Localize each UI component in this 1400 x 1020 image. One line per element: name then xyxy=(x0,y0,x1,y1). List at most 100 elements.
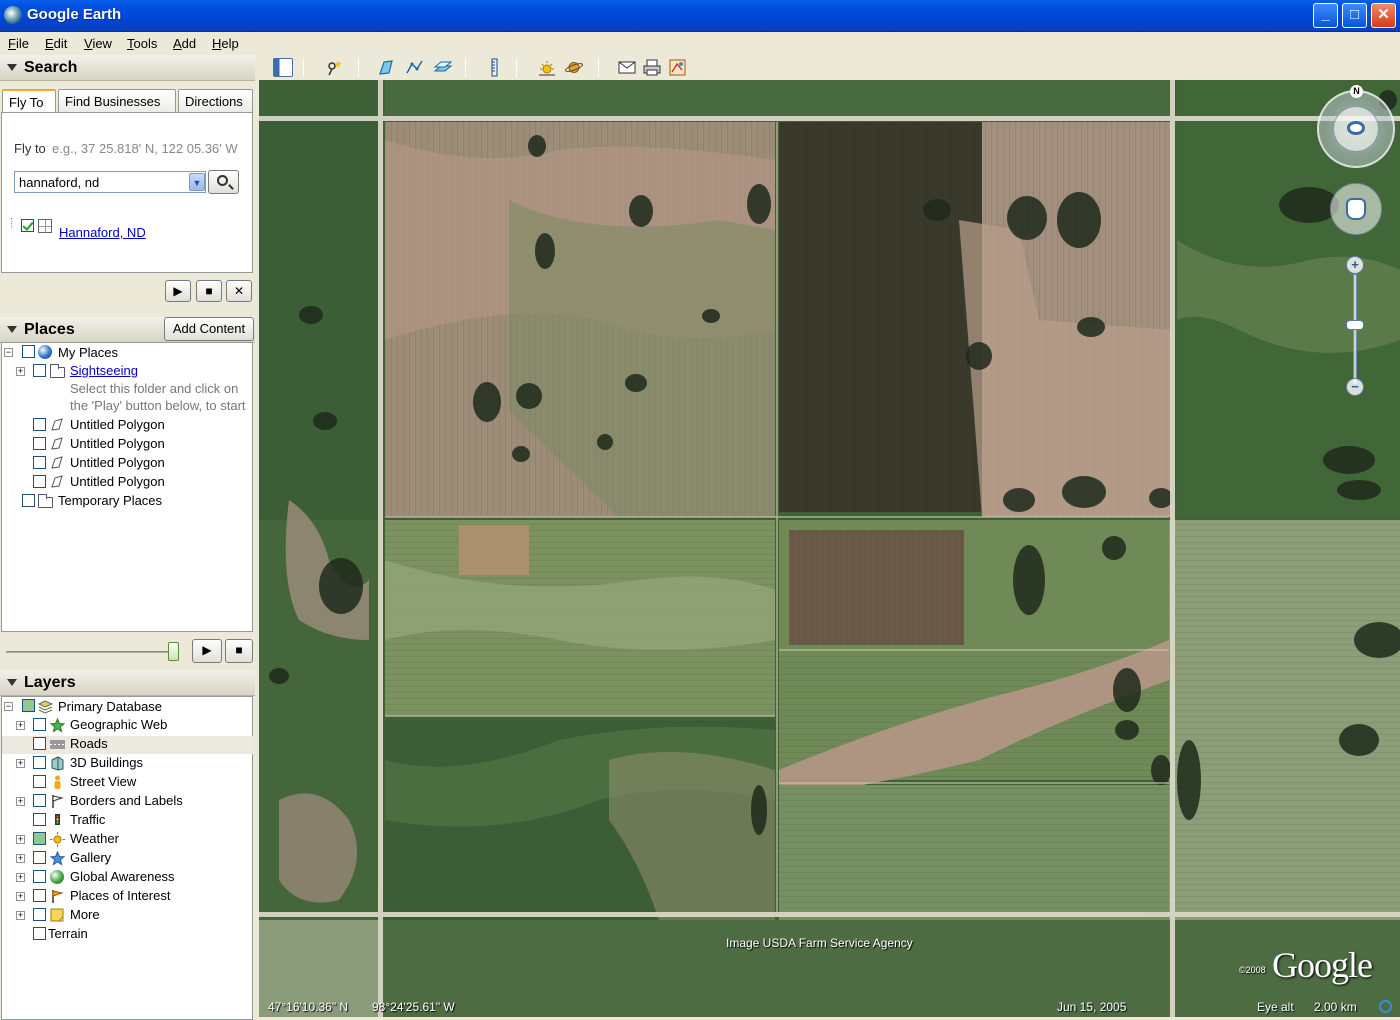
map-view[interactable]: N + − Image USDA Farm Service Agency ©20… xyxy=(259,80,1400,1017)
image-overlay-icon[interactable] xyxy=(433,58,453,77)
expand-toggle[interactable]: + xyxy=(16,835,25,844)
layer-roads[interactable]: Roads xyxy=(70,736,108,751)
tab-directions[interactable]: Directions xyxy=(178,89,253,113)
tree-item-polygon[interactable]: Untitled Polygon xyxy=(70,455,165,470)
email-icon[interactable] xyxy=(617,58,637,77)
zoom-in-button[interactable]: + xyxy=(1346,256,1364,274)
layer-geographic-web[interactable]: Geographic Web xyxy=(70,717,167,732)
layer-checkbox[interactable] xyxy=(33,775,46,788)
expand-toggle[interactable]: + xyxy=(16,759,25,768)
temporary-places-checkbox[interactable] xyxy=(22,494,35,507)
planet-icon[interactable] xyxy=(564,58,584,77)
chevron-down-icon[interactable]: ▼ xyxy=(189,173,205,191)
layer-checkbox[interactable] xyxy=(33,889,46,902)
sightseeing-checkbox[interactable] xyxy=(33,364,46,377)
menu-tools[interactable]: Tools xyxy=(127,36,157,51)
clear-results-button[interactable]: ✕ xyxy=(226,280,252,302)
terrain-checkbox[interactable] xyxy=(33,927,46,940)
menu-file[interactable]: File xyxy=(8,36,29,51)
stop-tour-button[interactable]: ■ xyxy=(225,639,253,663)
polygon-checkbox[interactable] xyxy=(33,475,46,488)
layer-terrain[interactable]: Terrain xyxy=(48,926,88,941)
layer-checkbox[interactable] xyxy=(33,832,46,845)
expand-toggle[interactable]: + xyxy=(16,797,25,806)
minimize-button[interactable]: _ xyxy=(1313,3,1338,28)
expand-toggle[interactable]: + xyxy=(16,721,25,730)
menu-add[interactable]: Add xyxy=(173,36,196,51)
layer-gallery[interactable]: Gallery xyxy=(70,850,111,865)
add-content-button[interactable]: Add Content xyxy=(164,317,254,341)
zoom-out-button[interactable]: − xyxy=(1346,378,1364,396)
stop-button[interactable]: ■ xyxy=(196,280,222,302)
tour-slider-knob[interactable] xyxy=(168,642,179,661)
tree-item-my-places[interactable]: My Places xyxy=(58,345,118,360)
search-result-link[interactable]: Hannaford, ND xyxy=(59,225,146,240)
north-indicator[interactable]: N xyxy=(1350,85,1363,98)
tree-item-sightseeing[interactable]: Sightseeing xyxy=(70,363,138,378)
tab-find-businesses[interactable]: Find Businesses xyxy=(58,89,176,113)
tree-item-polygon[interactable]: Untitled Polygon xyxy=(70,474,165,489)
close-button[interactable]: ✕ xyxy=(1371,3,1396,28)
layer-more[interactable]: More xyxy=(70,907,100,922)
layer-borders-and-labels[interactable]: Borders and Labels xyxy=(70,793,183,808)
layer-checkbox[interactable] xyxy=(33,908,46,921)
sidebar-toggle-icon[interactable] xyxy=(273,58,293,77)
result-checkbox[interactable] xyxy=(21,219,34,232)
polygon-checkbox[interactable] xyxy=(33,418,46,431)
sunlight-icon[interactable] xyxy=(537,58,557,77)
layer-primary-database[interactable]: Primary Database xyxy=(58,699,162,714)
search-panel-header[interactable]: Search xyxy=(0,55,255,81)
expand-toggle[interactable]: + xyxy=(16,367,25,376)
zoom-slider-knob[interactable] xyxy=(1346,320,1364,330)
collapse-triangle-icon[interactable] xyxy=(7,326,17,333)
ruler-icon[interactable] xyxy=(484,58,504,77)
collapse-triangle-icon[interactable] xyxy=(7,64,17,71)
collapse-toggle[interactable]: − xyxy=(4,348,13,357)
search-button[interactable] xyxy=(208,170,239,194)
google-maps-icon[interactable] xyxy=(668,58,688,77)
layer-places-of-interest[interactable]: Places of Interest xyxy=(70,888,170,903)
menu-view[interactable]: View xyxy=(84,36,112,51)
my-places-checkbox[interactable] xyxy=(22,345,35,358)
layer-checkbox[interactable] xyxy=(33,737,46,750)
layer-checkbox[interactable] xyxy=(33,870,46,883)
collapse-triangle-icon[interactable] xyxy=(7,679,17,686)
note-icon xyxy=(50,908,64,922)
layers-panel-header[interactable]: Layers xyxy=(0,670,255,696)
maximize-button[interactable]: □ xyxy=(1342,3,1367,28)
layer-3d-buildings[interactable]: 3D Buildings xyxy=(70,755,143,770)
search-input[interactable] xyxy=(14,171,206,193)
layer-weather[interactable]: Weather xyxy=(70,831,119,846)
expand-toggle[interactable]: + xyxy=(16,892,25,901)
menu-edit[interactable]: Edit xyxy=(45,36,67,51)
layer-checkbox[interactable] xyxy=(33,813,46,826)
tree-item-polygon[interactable]: Untitled Polygon xyxy=(70,417,165,432)
collapse-toggle[interactable]: − xyxy=(4,702,13,711)
toolbar xyxy=(258,55,1400,80)
polygon-checkbox[interactable] xyxy=(33,456,46,469)
expand-toggle[interactable]: + xyxy=(16,873,25,882)
play-button[interactable]: ▶ xyxy=(165,280,191,302)
layer-checkbox[interactable] xyxy=(33,794,46,807)
menu-help[interactable]: Help xyxy=(212,36,239,51)
title-bar[interactable]: Google Earth _ □ ✕ xyxy=(0,0,1400,32)
path-add-icon[interactable] xyxy=(405,58,425,77)
polygon-checkbox[interactable] xyxy=(33,437,46,450)
layer-global-awareness[interactable]: Global Awareness xyxy=(70,869,175,884)
layer-checkbox[interactable] xyxy=(33,718,46,731)
layer-checkbox[interactable] xyxy=(33,756,46,769)
play-tour-button[interactable]: ▶ xyxy=(192,639,222,663)
print-icon[interactable] xyxy=(642,58,662,77)
expand-toggle[interactable]: + xyxy=(16,911,25,920)
layer-street-view[interactable]: Street View xyxy=(70,774,136,789)
placemark-add-icon[interactable] xyxy=(324,58,344,77)
layer-checkbox[interactable] xyxy=(33,851,46,864)
layer-traffic[interactable]: Traffic xyxy=(70,812,105,827)
primary-database-checkbox[interactable] xyxy=(22,699,35,712)
satellite-imagery[interactable] xyxy=(259,80,1400,1017)
tree-item-temporary-places[interactable]: Temporary Places xyxy=(58,493,162,508)
expand-toggle[interactable]: + xyxy=(16,854,25,863)
tour-slider[interactable] xyxy=(6,651,178,653)
polygon-add-icon[interactable] xyxy=(377,58,397,77)
tree-item-polygon[interactable]: Untitled Polygon xyxy=(70,436,165,451)
